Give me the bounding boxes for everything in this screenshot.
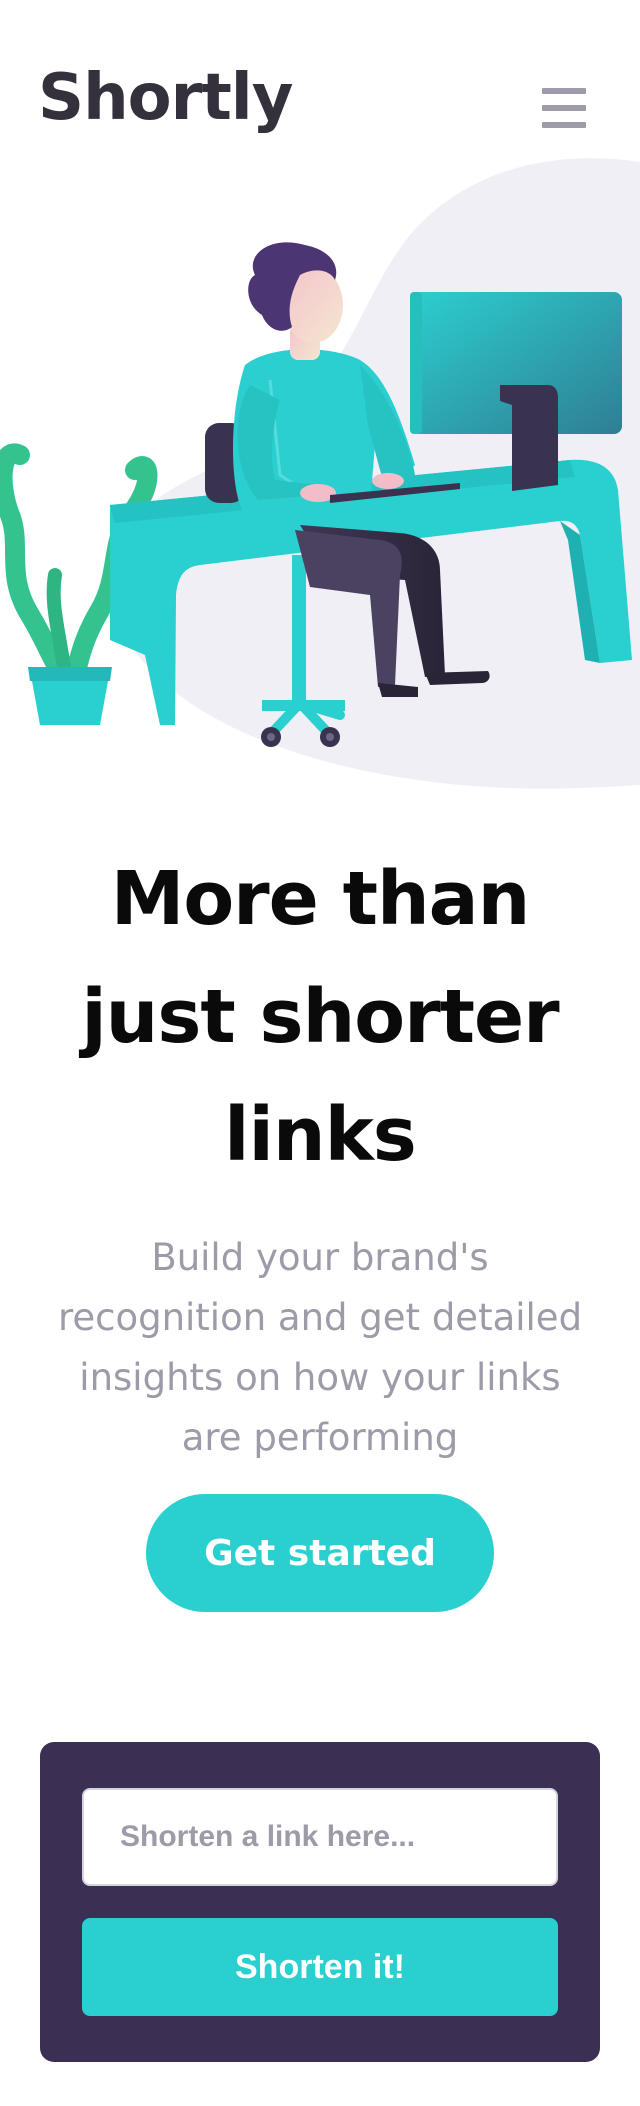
menu-bar [542, 122, 586, 128]
menu-bar [542, 88, 586, 94]
hero-subtitle-line: recognition and get detailed [57, 1296, 583, 1339]
hero-subtitle-line: are performing [181, 1416, 459, 1459]
hero-title: More than just shorter links [0, 840, 640, 1194]
shorten-form: Shorten it! [40, 1742, 600, 2062]
shorten-url-input[interactable] [82, 1788, 558, 1886]
logo[interactable]: Shortly [38, 66, 293, 130]
hero-title-line: links [224, 1092, 417, 1178]
hero-title-line: More than [110, 856, 531, 942]
get-started-button[interactable]: Get started [146, 1494, 494, 1612]
hero-subtitle-line: Build your brand's [151, 1236, 489, 1279]
menu-bar [542, 105, 586, 111]
hero-subtitle-line: insights on how your links [79, 1356, 561, 1399]
shorten-it-button[interactable]: Shorten it! [82, 1918, 558, 2016]
person-working-at-desk-illustration [0, 158, 640, 789]
hero-subtitle: Build your brand's recognition and get d… [20, 1228, 620, 1468]
hamburger-menu-icon[interactable] [540, 86, 588, 130]
hero-title-line: just shorter [81, 974, 559, 1060]
